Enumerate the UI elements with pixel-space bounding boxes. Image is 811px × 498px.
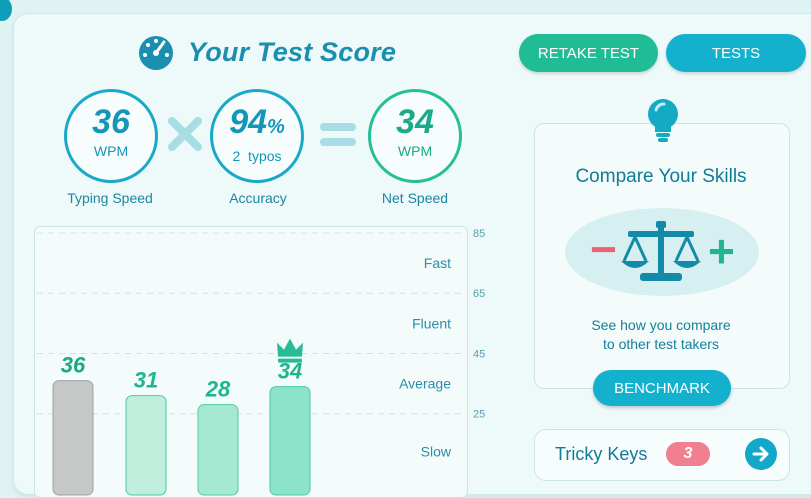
multiply-icon	[168, 117, 202, 151]
typing-speed-value: 36	[92, 103, 130, 141]
arrow-right-icon[interactable]	[745, 438, 777, 470]
typing-speed-unit: WPM	[93, 143, 129, 159]
band-label: Fluent	[412, 315, 451, 331]
accuracy-typos: 2 typos	[232, 148, 282, 164]
corner-indicator	[0, 0, 12, 21]
bar-value-label: 28	[205, 377, 231, 402]
bar	[197, 404, 239, 496]
retake-test-button[interactable]: RETAKE TEST	[519, 34, 658, 72]
compare-desc-line2: to other test takers	[603, 336, 719, 352]
band-label: Fast	[424, 255, 451, 271]
typing-speed-circle: 36 WPM	[64, 89, 158, 183]
compare-desc-line1: See how you compare	[591, 317, 731, 333]
net-speed-value: 34	[396, 103, 434, 141]
y-tick-label: 85	[473, 228, 485, 240]
crown-base	[278, 358, 302, 363]
benchmark-button[interactable]: BENCHMARK	[593, 370, 731, 406]
net-speed-circle: 34 WPM	[368, 89, 462, 183]
minus-sign: −	[590, 223, 617, 275]
compare-description: See how you compare to other test takers	[534, 316, 788, 354]
scale-icon: − +	[590, 221, 735, 281]
speedometer-icon	[139, 36, 173, 70]
equals-icon	[320, 123, 356, 146]
tricky-keys-count-badge: 3	[666, 442, 710, 466]
net-speed-label: Net Speed	[381, 190, 449, 206]
accuracy-percent: %	[267, 116, 285, 138]
bar-value-label: 31	[134, 368, 158, 393]
bar-value-label: 36	[61, 353, 86, 378]
tricky-keys-row[interactable]: Tricky Keys 3	[534, 429, 790, 481]
page-title: Your Test Score	[188, 36, 397, 67]
plus-sign: +	[708, 225, 735, 277]
typing-speed-label: Typing Speed	[67, 190, 153, 206]
y-tick-label: 45	[473, 348, 485, 360]
wpm-chart-panel: 25456585FastFluentAverageSlow36Average31…	[34, 226, 485, 498]
accuracy-label: Accuracy	[229, 190, 287, 206]
tests-button[interactable]: TESTS	[666, 34, 806, 72]
accuracy-value: 94	[229, 103, 268, 141]
wpm-bar-chart: 25456585FastFluentAverageSlow36Average31…	[37, 228, 485, 496]
crown-icon	[277, 338, 303, 357]
net-speed-unit: WPM	[397, 143, 433, 159]
y-tick-label: 65	[473, 288, 485, 300]
y-tick-label: 25	[473, 409, 485, 421]
tricky-keys-label: Tricky Keys	[555, 444, 648, 464]
accuracy-circle: 94% 2 typos	[210, 89, 304, 183]
lightbulb-icon	[648, 99, 678, 142]
bar	[125, 395, 167, 496]
compare-title: Compare Your Skills	[575, 166, 747, 187]
header-title-group: Your Test Score	[134, 32, 396, 72]
band-label: Slow	[421, 443, 452, 459]
bar	[269, 386, 311, 496]
band-label: Average	[399, 376, 451, 392]
